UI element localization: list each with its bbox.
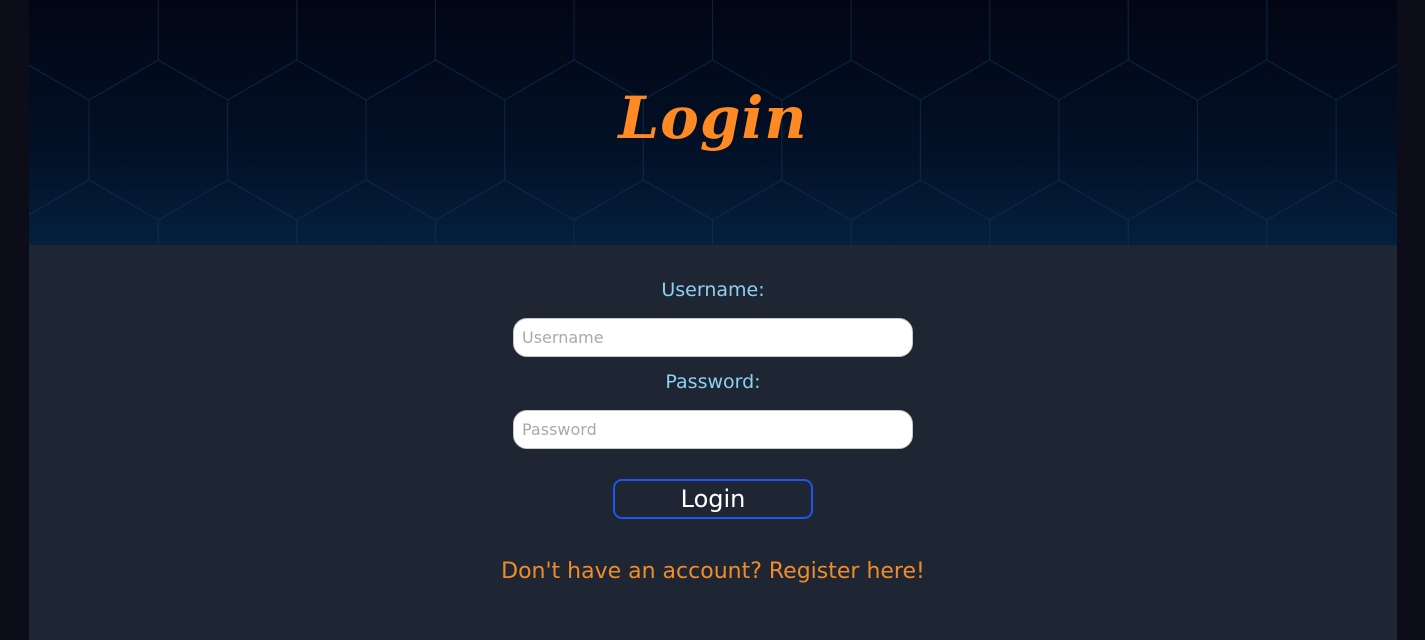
page-title: Login — [618, 84, 808, 152]
password-input[interactable] — [513, 410, 913, 449]
hero-banner: Login — [29, 0, 1397, 245]
username-label: Username: — [661, 279, 765, 301]
login-page: Login Username: Password: Login Don't ha… — [29, 0, 1397, 640]
hexagon-decoration — [1127, 179, 1268, 245]
hexagon-decoration — [296, 179, 436, 245]
hexagon-decoration — [434, 179, 575, 245]
hexagon-decoration — [989, 179, 1129, 245]
login-form: Username: Password: Login Don't have an … — [29, 245, 1397, 640]
username-input[interactable] — [513, 318, 913, 357]
hexagon-decoration — [29, 179, 159, 245]
hexagon-decoration — [1266, 179, 1397, 245]
login-button[interactable]: Login — [613, 479, 813, 519]
hexagon-decoration — [712, 179, 852, 245]
register-link[interactable]: Don't have an account? Register here! — [29, 559, 1397, 584]
hexagon-decoration — [850, 179, 991, 245]
hexagon-decoration — [573, 179, 713, 245]
hexagon-decoration — [157, 179, 298, 245]
password-label: Password: — [665, 371, 761, 393]
